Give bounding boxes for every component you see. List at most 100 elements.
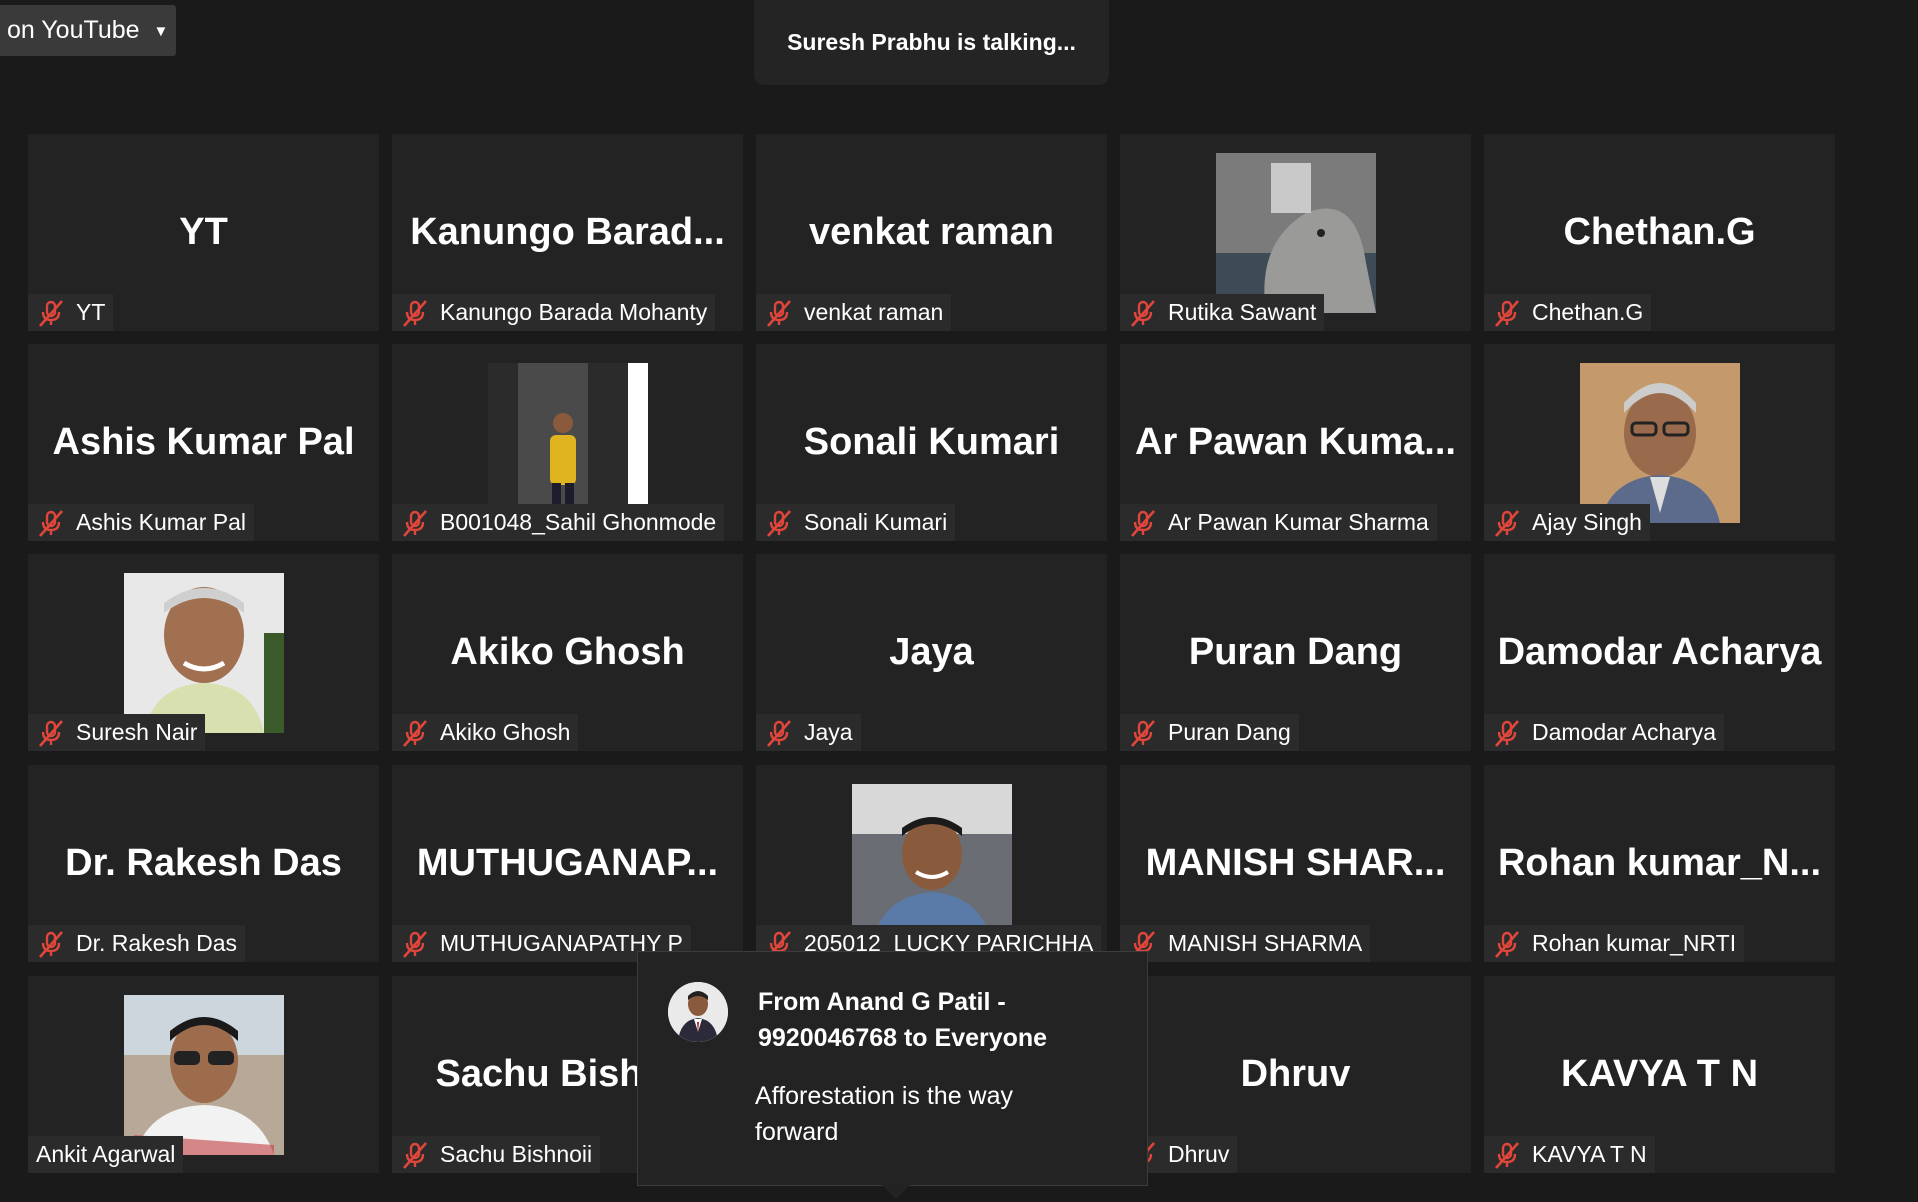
participant-name: Damodar Acharya bbox=[1532, 719, 1717, 745]
muted-mic-icon bbox=[1492, 298, 1522, 328]
participant-tile[interactable]: Akiko Ghosh Akiko Ghosh bbox=[392, 554, 743, 751]
participant-name-label: KAVYA T N bbox=[1484, 1136, 1655, 1173]
participant-name-label: MANISH SHARMA bbox=[1120, 925, 1371, 962]
participant-name: Chethan.G bbox=[1532, 299, 1644, 325]
participant-name-label: Ar Pawan Kumar Sharma bbox=[1120, 504, 1437, 541]
participant-video bbox=[123, 995, 284, 1155]
participant-tile[interactable]: Sonali Kumari Sonali Kumari bbox=[756, 344, 1107, 541]
muted-mic-icon bbox=[764, 298, 794, 328]
live-stream-button[interactable]: on YouTube ▼ bbox=[0, 5, 176, 56]
participant-name-label: Damodar Acharya bbox=[1484, 714, 1725, 751]
muted-mic-icon bbox=[36, 508, 66, 538]
participant-tile[interactable]: Damodar Acharya Damodar Acharya bbox=[1484, 554, 1835, 751]
participant-name: YT bbox=[76, 299, 106, 325]
participant-name: venkat raman bbox=[804, 299, 944, 325]
participant-tile[interactable]: Dr. Rakesh Das Dr. Rakesh Das bbox=[28, 765, 379, 962]
participant-tile[interactable]: KAVYA T N KAVYA T N bbox=[1484, 976, 1835, 1173]
participant-name-label: Akiko Ghosh bbox=[392, 714, 579, 751]
chat-sender-avatar bbox=[668, 982, 728, 1042]
participant-tile[interactable]: MUTHUGANAP... MUTHUGANAPATHY P bbox=[392, 765, 743, 962]
muted-mic-icon bbox=[1128, 718, 1158, 748]
participant-name-label: Sonali Kumari bbox=[756, 504, 956, 541]
participant-tile[interactable]: Suresh Nair bbox=[28, 554, 379, 751]
muted-mic-icon bbox=[764, 508, 794, 538]
participant-name: Puran Dang bbox=[1168, 719, 1291, 745]
muted-mic-icon bbox=[1492, 508, 1522, 538]
participant-name: Dhruv bbox=[1168, 1141, 1230, 1167]
participant-name: MANISH SHARMA bbox=[1168, 930, 1363, 956]
participant-name-label: YT bbox=[28, 294, 114, 331]
muted-mic-icon bbox=[400, 508, 430, 538]
participant-name-label: Suresh Nair bbox=[28, 714, 206, 751]
participant-video bbox=[851, 784, 1012, 944]
participant-name: Ashis Kumar Pal bbox=[76, 509, 247, 535]
participant-name: B001048_Sahil Ghonmode bbox=[440, 509, 717, 535]
muted-mic-icon bbox=[400, 1140, 430, 1170]
participant-name-label: Ashis Kumar Pal bbox=[28, 504, 255, 541]
muted-mic-icon bbox=[400, 298, 430, 328]
participant-tile[interactable]: Dhruv Dhruv bbox=[1120, 976, 1471, 1173]
participant-name: KAVYA T N bbox=[1532, 1141, 1647, 1167]
muted-mic-icon bbox=[1128, 508, 1158, 538]
participant-name-label: Sachu Bishnoii bbox=[392, 1136, 601, 1173]
participant-tile[interactable]: Kanungo Barad... Kanungo Barada Mohanty bbox=[392, 134, 743, 331]
participant-video bbox=[123, 573, 284, 733]
chat-sender: From Anand G Patil - 9920046768 to Every… bbox=[758, 988, 1048, 1052]
participant-video bbox=[1215, 153, 1376, 313]
muted-mic-icon bbox=[36, 298, 66, 328]
participant-tile[interactable]: B001048_Sahil Ghonmode bbox=[392, 344, 743, 541]
participant-name: Rohan kumar_NRTI bbox=[1532, 930, 1737, 956]
participant-name: Sonali Kumari bbox=[804, 509, 948, 535]
participant-tile[interactable]: MANISH SHAR... MANISH SHARMA bbox=[1120, 765, 1471, 962]
muted-mic-icon bbox=[1492, 929, 1522, 959]
participant-name-label: Puran Dang bbox=[1120, 714, 1299, 751]
participant-name-label: Ajay Singh bbox=[1484, 504, 1650, 541]
participant-name-label: Dr. Rakesh Das bbox=[28, 925, 246, 962]
participant-tile[interactable]: venkat raman venkat raman bbox=[756, 134, 1107, 331]
participant-name: Akiko Ghosh bbox=[440, 719, 571, 745]
active-speaker-text: Suresh Prabhu is talking... bbox=[787, 29, 1076, 55]
participant-name-label: Chethan.G bbox=[1484, 294, 1652, 331]
muted-mic-icon bbox=[400, 718, 430, 748]
active-speaker-banner: Suresh Prabhu is talking... bbox=[754, 0, 1109, 85]
participant-tile[interactable]: Ankit Agarwal bbox=[28, 976, 379, 1173]
participant-name: Rutika Sawant bbox=[1168, 299, 1317, 325]
muted-mic-icon bbox=[1492, 1140, 1522, 1170]
chat-message: Afforestation is the way forward bbox=[755, 1082, 1014, 1146]
participant-name-label: Kanungo Barada Mohanty bbox=[392, 294, 716, 331]
participant-name-label: venkat raman bbox=[756, 294, 952, 331]
participant-name-label: Ankit Agarwal bbox=[28, 1136, 184, 1173]
muted-mic-icon bbox=[36, 718, 66, 748]
participant-name: Ar Pawan Kumar Sharma bbox=[1168, 509, 1429, 535]
participant-tile[interactable]: Ar Pawan Kuma... Ar Pawan Kumar Sharma bbox=[1120, 344, 1471, 541]
participant-tile[interactable]: YT YT bbox=[28, 134, 379, 331]
participant-name: Sachu Bishnoii bbox=[440, 1141, 593, 1167]
participant-name-label: B001048_Sahil Ghonmode bbox=[392, 504, 725, 541]
chevron-down-icon: ▼ bbox=[153, 23, 169, 40]
participant-name: Dr. Rakesh Das bbox=[76, 930, 238, 956]
participant-tile[interactable]: Chethan.G Chethan.G bbox=[1484, 134, 1835, 331]
participant-tile[interactable]: Jaya Jaya bbox=[756, 554, 1107, 751]
muted-mic-icon bbox=[764, 718, 794, 748]
participant-name: Ajay Singh bbox=[1532, 509, 1642, 535]
participant-name: Kanungo Barada Mohanty bbox=[440, 299, 708, 325]
chat-notification[interactable]: From Anand G Patil - 9920046768 to Every… bbox=[637, 951, 1148, 1199]
participant-tile[interactable]: 205012_LUCKY PARICHHA bbox=[756, 765, 1107, 962]
participant-tile[interactable]: Ashis Kumar Pal Ashis Kumar Pal bbox=[28, 344, 379, 541]
muted-mic-icon bbox=[1128, 298, 1158, 328]
participant-tile[interactable]: Rutika Sawant bbox=[1120, 134, 1471, 331]
participant-name-label: Rohan kumar_NRTI bbox=[1484, 925, 1745, 962]
participant-video bbox=[1579, 363, 1740, 523]
participant-tile[interactable]: Puran Dang Puran Dang bbox=[1120, 554, 1471, 751]
participant-video bbox=[487, 363, 648, 523]
participant-name: Ankit Agarwal bbox=[36, 1141, 176, 1167]
participant-tile[interactable]: Ajay Singh bbox=[1484, 344, 1835, 541]
live-stream-label: on YouTube bbox=[7, 16, 140, 44]
participant-name: Suresh Nair bbox=[76, 719, 198, 745]
participant-tile[interactable]: Rohan kumar_N... Rohan kumar_NRTI bbox=[1484, 765, 1835, 962]
muted-mic-icon bbox=[400, 929, 430, 959]
muted-mic-icon bbox=[1492, 718, 1522, 748]
muted-mic-icon bbox=[36, 929, 66, 959]
participant-name-label: Jaya bbox=[756, 714, 861, 751]
participant-name-label: Rutika Sawant bbox=[1120, 294, 1325, 331]
